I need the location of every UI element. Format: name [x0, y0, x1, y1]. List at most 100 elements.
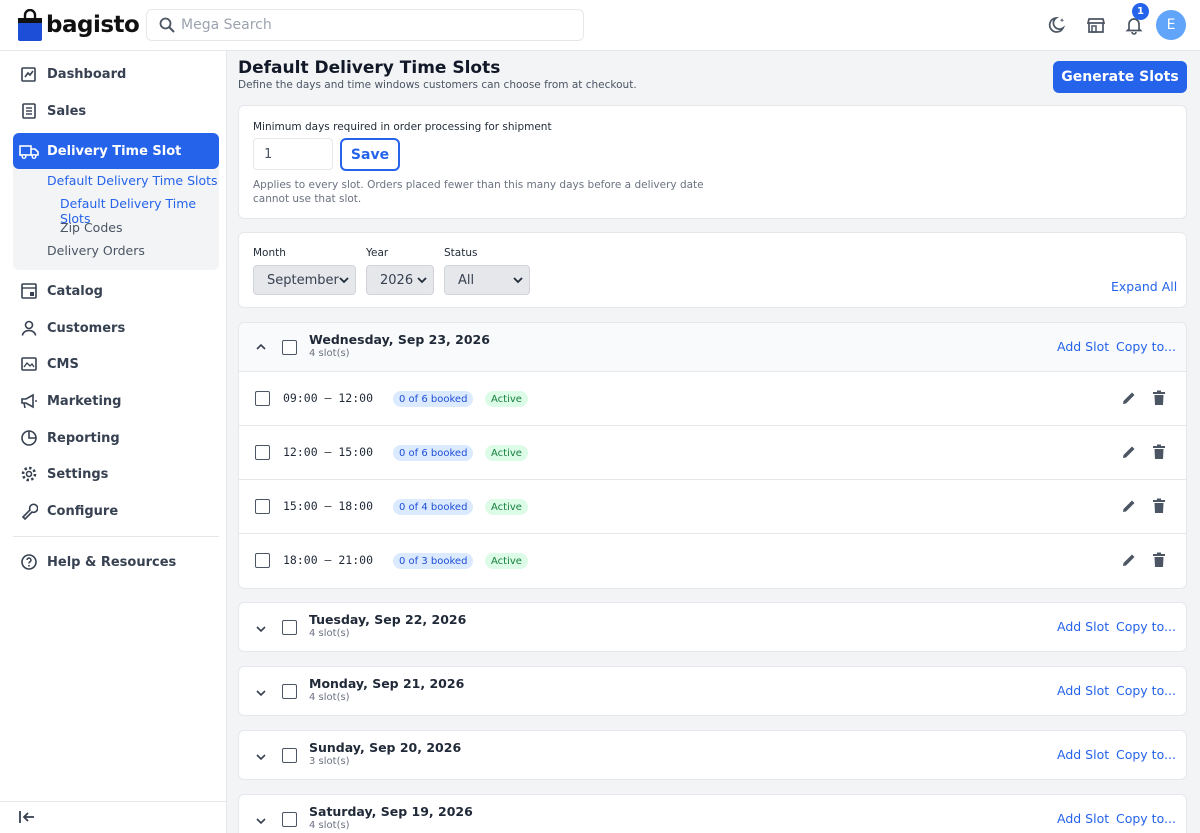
day-card-collapsed[interactable]: Sunday, Sep 20, 2026 3 slot(s) Add Slot …: [238, 730, 1187, 780]
search-icon: [159, 17, 175, 33]
min-days-label: Minimum days required in order processin…: [253, 121, 552, 133]
sidebar-item-label: Customers: [47, 320, 126, 336]
sidebar-subitem-default-slots[interactable]: Default Delivery Time Slots: [47, 173, 218, 188]
day-card-collapsed[interactable]: Monday, Sep 21, 2026 4 slot(s) Add Slot …: [238, 666, 1187, 716]
year-label: Year: [366, 247, 389, 259]
chevron-down-icon: [513, 277, 523, 284]
sidebar-item-label: Delivery Time Slot: [47, 143, 182, 159]
day-checkbox[interactable]: [282, 340, 297, 355]
person-icon: [19, 318, 39, 338]
slot-row: 15:00 – 18:00 0 of 4 booked Active: [239, 479, 1186, 533]
sidebar-item-catalog[interactable]: Catalog: [13, 276, 219, 306]
collapse-left-icon: [19, 811, 34, 823]
save-button[interactable]: Save: [340, 138, 400, 171]
catalog-icon: [19, 281, 39, 301]
booked-badge: 0 of 6 booked: [393, 391, 474, 407]
slot-checkbox[interactable]: [255, 553, 270, 568]
copy-to-link[interactable]: Copy to...: [1116, 683, 1176, 698]
chevron-down-icon[interactable]: [255, 817, 267, 825]
day-header[interactable]: Wednesday, Sep 23, 2026 4 slot(s) Add Sl…: [239, 323, 1186, 371]
sidebar-item-delivery-time-slot[interactable]: Delivery Time Slot: [13, 133, 219, 169]
min-days-input[interactable]: 1: [253, 138, 333, 170]
delete-trash-icon[interactable]: [1152, 444, 1166, 460]
expand-all-link[interactable]: Expand All: [1111, 279, 1177, 294]
help-icon: [19, 552, 39, 572]
sidebar-item-configure[interactable]: Configure: [13, 496, 219, 526]
sidebar-footer-divider: [0, 801, 227, 802]
chevron-up-icon[interactable]: [255, 343, 267, 351]
delete-trash-icon[interactable]: [1152, 390, 1166, 406]
wrench-icon: [19, 501, 39, 521]
delete-trash-icon[interactable]: [1152, 552, 1166, 568]
edit-pencil-icon[interactable]: [1121, 498, 1137, 514]
add-slot-link[interactable]: Add Slot: [1057, 683, 1109, 698]
dashboard-icon: [19, 64, 39, 84]
slot-time: 15:00 – 18:00: [283, 499, 374, 513]
sidebar-item-sales[interactable]: Sales: [13, 96, 219, 126]
sidebar-subitem-zip-codes[interactable]: Zip Codes: [60, 220, 122, 235]
sidebar-item-marketing[interactable]: Marketing: [13, 386, 219, 416]
search-input[interactable]: Mega Search: [146, 9, 584, 41]
day-card-collapsed[interactable]: Saturday, Sep 19, 2026 4 slot(s) Add Slo…: [238, 794, 1187, 833]
slot-row: 18:00 – 21:00 0 of 3 booked Active: [239, 533, 1186, 587]
sidebar-subitem-delivery-orders[interactable]: Delivery Orders: [47, 243, 145, 258]
add-slot-link[interactable]: Add Slot: [1057, 339, 1109, 354]
day-checkbox[interactable]: [282, 620, 297, 635]
avatar[interactable]: E: [1156, 10, 1186, 40]
chart-pie-icon: [19, 428, 39, 448]
edit-pencil-icon[interactable]: [1121, 552, 1137, 568]
status-select[interactable]: All: [444, 265, 530, 295]
logo[interactable]: bagisto: [18, 9, 146, 41]
generate-slots-button[interactable]: Generate Slots: [1053, 61, 1187, 93]
sales-icon: [19, 101, 39, 121]
sidebar-item-settings[interactable]: Settings: [13, 459, 219, 489]
storefront-button[interactable]: [1080, 9, 1112, 41]
add-slot-link[interactable]: Add Slot: [1057, 747, 1109, 762]
day-card-collapsed[interactable]: Tuesday, Sep 22, 2026 4 slot(s) Add Slot…: [238, 602, 1187, 652]
chevron-down-icon[interactable]: [255, 625, 267, 633]
sidebar-item-reporting[interactable]: Reporting: [13, 423, 219, 453]
edit-pencil-icon[interactable]: [1121, 444, 1137, 460]
day-checkbox[interactable]: [282, 684, 297, 699]
slot-checkbox[interactable]: [255, 499, 270, 514]
day-slot-count: 3 slot(s): [309, 756, 350, 767]
chevron-down-icon[interactable]: [255, 753, 267, 761]
copy-to-link[interactable]: Copy to...: [1116, 811, 1176, 826]
page-subtitle: Define the days and time windows custome…: [238, 79, 637, 91]
sidebar-item-help[interactable]: Help & Resources: [13, 547, 219, 577]
sidebar-divider: [13, 536, 219, 537]
sidebar-item-customers[interactable]: Customers: [13, 313, 219, 343]
month-select[interactable]: September: [253, 265, 356, 295]
day-title: Saturday, Sep 19, 2026: [309, 804, 473, 819]
chevron-down-icon[interactable]: [255, 689, 267, 697]
notifications-button[interactable]: 1: [1118, 3, 1150, 41]
slot-checkbox[interactable]: [255, 445, 270, 460]
day-title: Sunday, Sep 20, 2026: [309, 740, 462, 755]
day-checkbox[interactable]: [282, 748, 297, 763]
copy-to-link[interactable]: Copy to...: [1116, 747, 1176, 762]
sidebar-item-label: Configure: [47, 503, 119, 519]
copy-to-link[interactable]: Copy to...: [1116, 619, 1176, 634]
min-days-help: Applies to every slot. Orders placed few…: [253, 179, 704, 205]
min-days-card: Minimum days required in order processin…: [238, 105, 1187, 219]
add-slot-link[interactable]: Add Slot: [1057, 619, 1109, 634]
status-value: All: [458, 272, 475, 288]
edit-pencil-icon[interactable]: [1121, 390, 1137, 406]
sidebar-item-cms[interactable]: CMS: [13, 349, 219, 379]
booked-badge: 0 of 4 booked: [393, 499, 474, 515]
sidebar-item-dashboard[interactable]: Dashboard: [13, 59, 219, 89]
copy-to-link[interactable]: Copy to...: [1116, 339, 1176, 354]
add-slot-link[interactable]: Add Slot: [1057, 811, 1109, 826]
booked-badge: 0 of 6 booked: [393, 445, 474, 461]
status-badge: Active: [485, 499, 528, 515]
day-checkbox[interactable]: [282, 812, 297, 827]
slot-checkbox[interactable]: [255, 391, 270, 406]
collapse-sidebar-button[interactable]: [18, 809, 36, 825]
year-select[interactable]: 2026: [366, 265, 434, 295]
page-title: Default Delivery Time Slots: [238, 58, 501, 78]
delete-trash-icon[interactable]: [1152, 498, 1166, 514]
truck-icon: [19, 141, 39, 161]
month-label: Month: [253, 247, 286, 259]
store-icon: [1086, 18, 1106, 33]
dark-mode-button[interactable]: [1042, 9, 1074, 41]
